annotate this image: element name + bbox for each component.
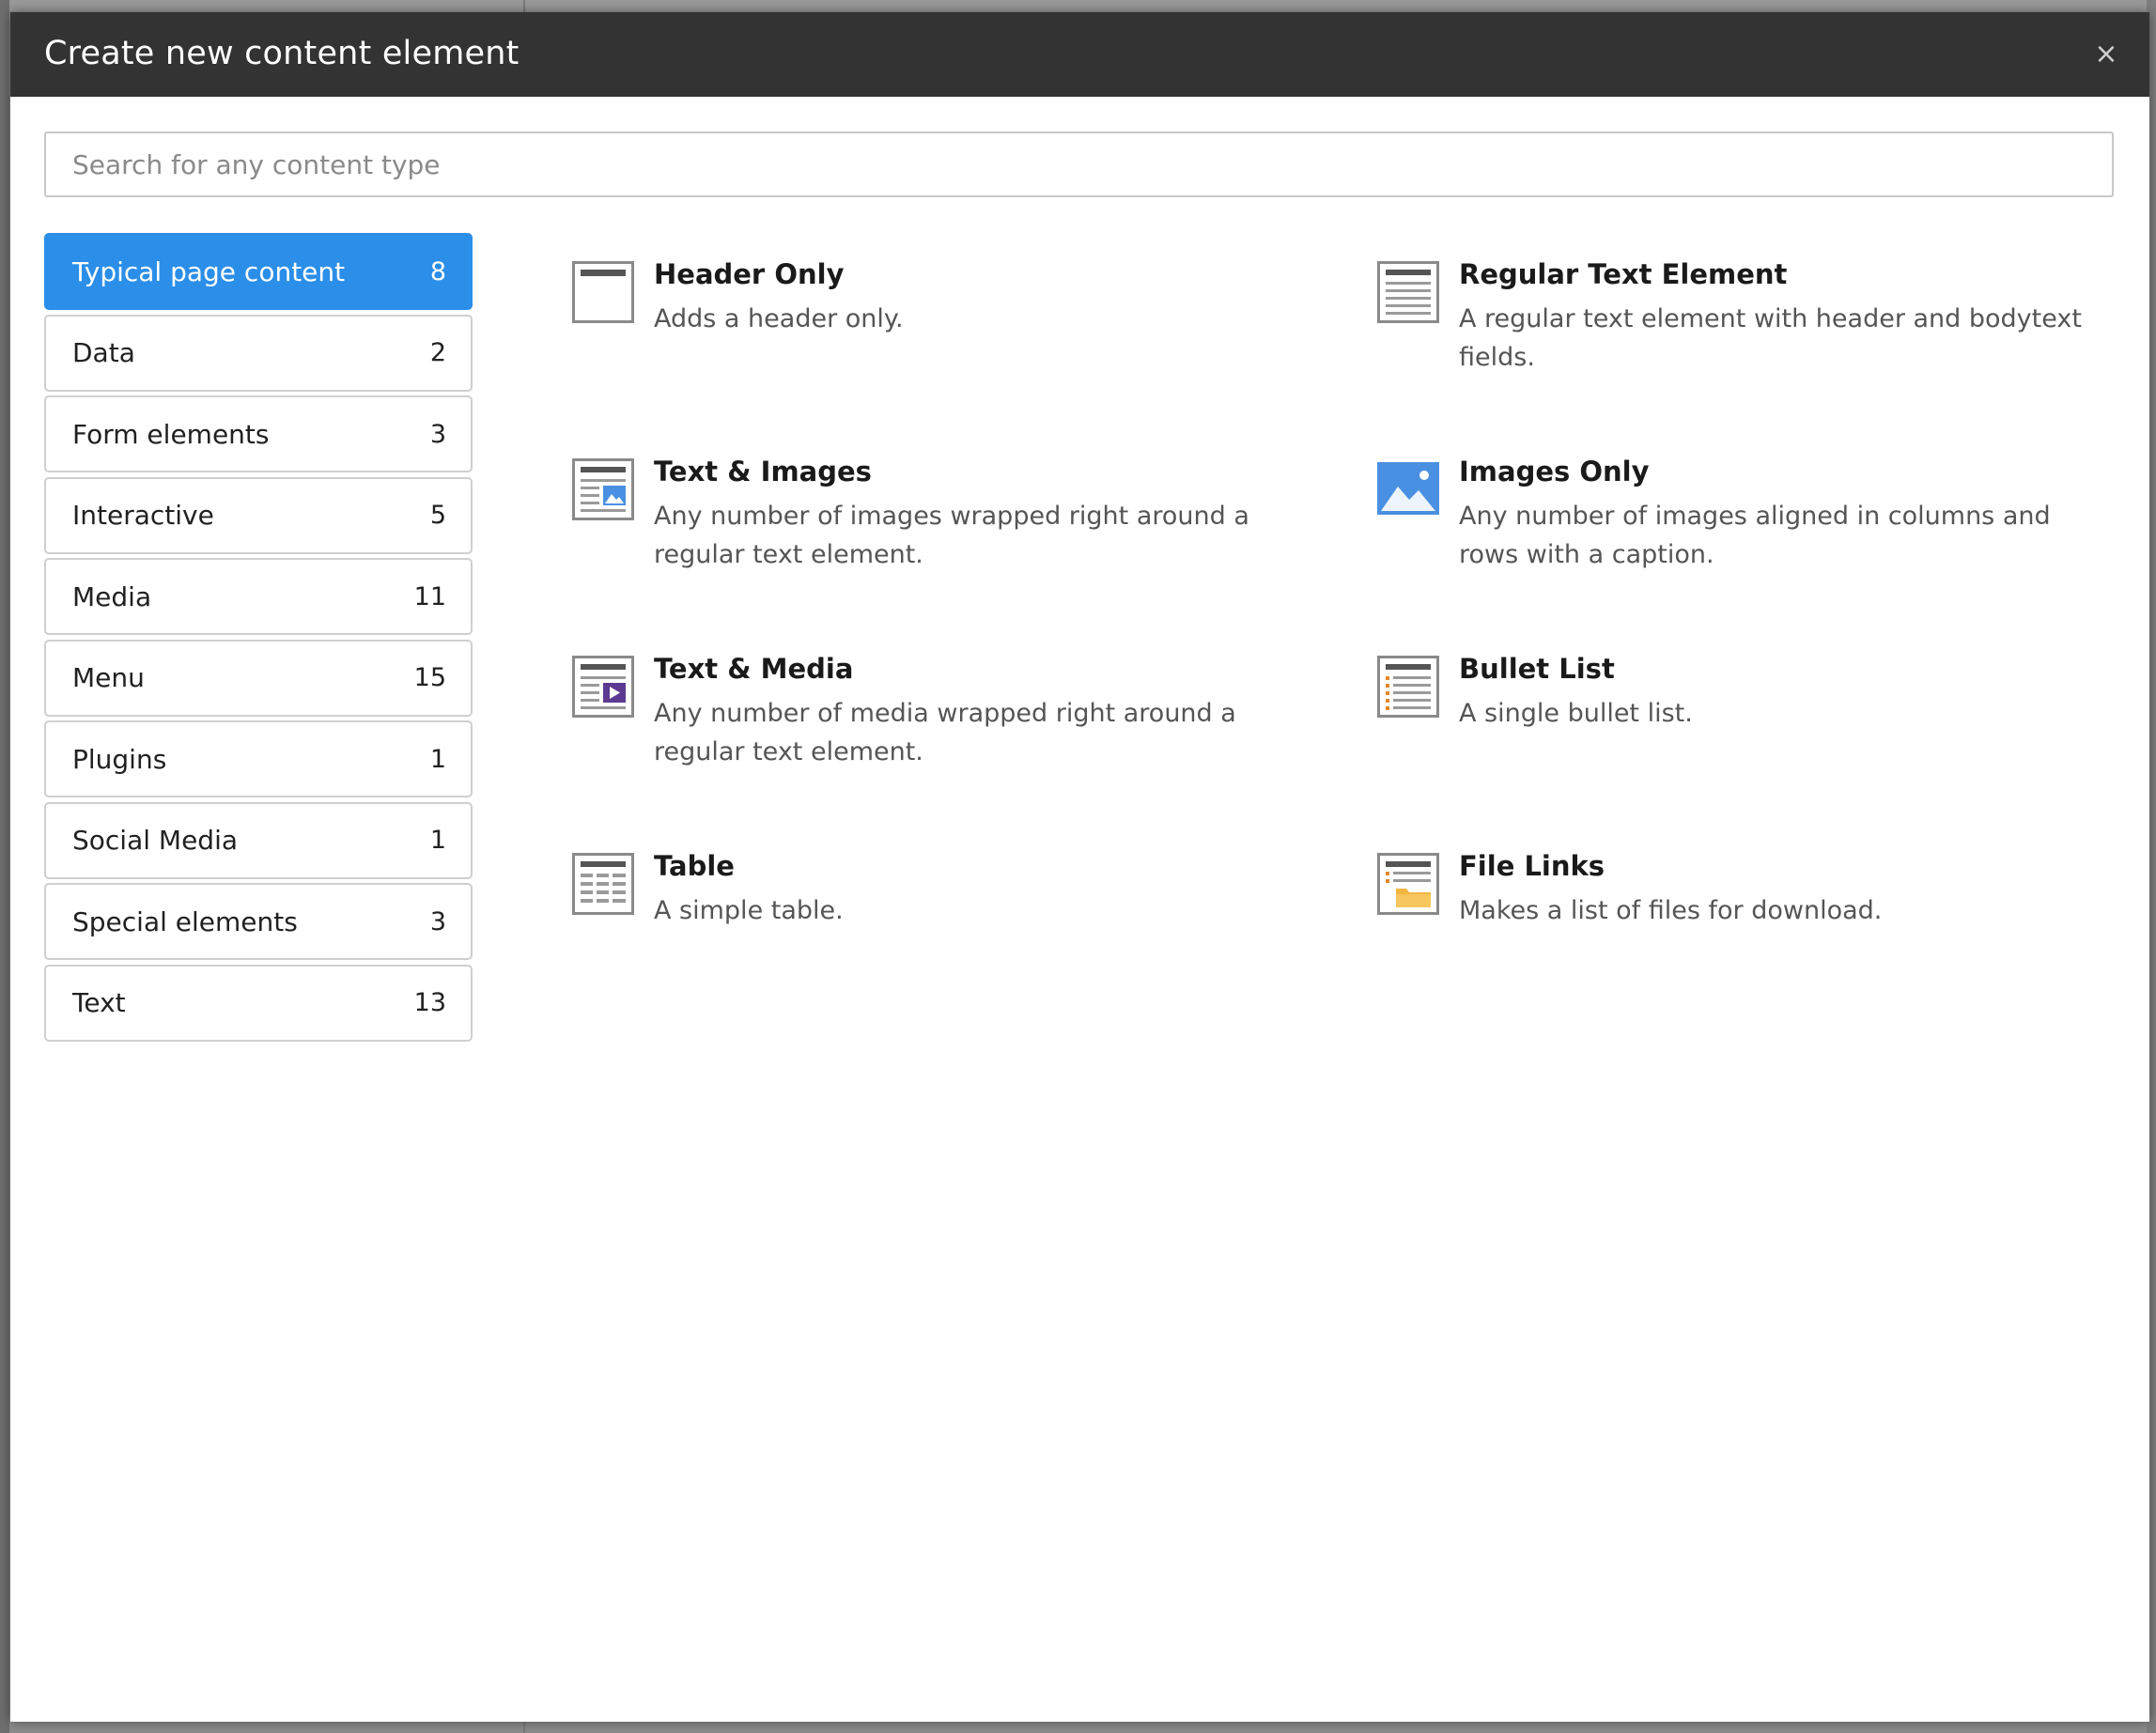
element-title: File Links (1459, 850, 1605, 882)
element-description: Any number of media wrapped right around… (654, 699, 1236, 766)
backdrop-topbar (0, 0, 2156, 11)
category-count: 1 (429, 826, 446, 855)
category-item-menu[interactable]: Menu 15 (44, 639, 473, 717)
category-count: 2 (429, 338, 446, 367)
element-title: Table (654, 850, 735, 882)
category-label: Plugins (72, 743, 167, 775)
close-button[interactable]: × (2086, 33, 2127, 74)
category-item-plugins[interactable]: Plugins 1 (44, 720, 473, 797)
category-count: 8 (429, 256, 446, 286)
table-icon (572, 853, 634, 915)
category-label: Media (72, 580, 152, 612)
element-description: Any number of images aligned in columns … (1459, 502, 2051, 569)
category-label: Data (72, 337, 135, 368)
category-item-typical-page-content[interactable]: Typical page content 8 (44, 233, 473, 310)
images-only-icon (1377, 462, 1439, 515)
category-item-interactive[interactable]: Interactive 5 (44, 476, 473, 554)
category-item-text[interactable]: Text 13 (44, 964, 473, 1042)
category-label: Text (72, 987, 126, 1018)
element-description: A simple table. (654, 896, 844, 925)
header-only-icon (572, 261, 634, 323)
element-title: Bullet List (1459, 653, 1615, 685)
category-count: 5 (429, 501, 446, 530)
file-links-icon (1377, 853, 1439, 915)
category-item-data[interactable]: Data 2 (44, 314, 473, 392)
category-item-form-elements[interactable]: Form elements 3 (44, 395, 473, 472)
text-images-icon (572, 458, 634, 520)
close-icon: × (2094, 37, 2118, 70)
element-title: Text & Images (654, 456, 872, 487)
category-label: Menu (72, 662, 145, 693)
category-count: 11 (413, 581, 446, 611)
bullet-list-icon (1377, 656, 1439, 718)
element-description: A regular text element with header and b… (1459, 304, 2082, 372)
category-count: 1 (429, 744, 446, 774)
dialog-title: Create new content element (44, 35, 520, 72)
category-item-special-elements[interactable]: Special elements 3 (44, 883, 473, 960)
dialog-header: Create new content element × (10, 12, 2149, 97)
category-item-social-media[interactable]: Social Media 1 (44, 801, 473, 879)
category-count: 13 (413, 988, 446, 1017)
category-label: Social Media (72, 825, 239, 856)
category-label: Interactive (72, 500, 214, 531)
category-label: Typical page content (72, 255, 346, 287)
category-list: Typical page content 8 Data 2 Form eleme… (44, 233, 473, 1045)
create-content-element-dialog: Create new content element × Typical pag… (10, 12, 2149, 1722)
category-count: 15 (413, 663, 446, 692)
category-label: Form elements (72, 418, 270, 450)
dialog-body: Typical page content 8 Data 2 Form eleme… (10, 97, 2149, 1722)
element-title: Text & Media (654, 653, 854, 685)
element-title: Images Only (1459, 456, 1650, 487)
element-title: Header Only (654, 258, 845, 290)
category-label: Special elements (72, 905, 298, 937)
element-description: Adds a header only. (654, 304, 904, 333)
text-media-icon (572, 656, 634, 718)
element-title: Regular Text Element (1459, 258, 1788, 290)
category-count: 3 (429, 419, 446, 449)
regular-text-icon (1377, 261, 1439, 323)
backdrop-leftbar (0, 0, 9, 1733)
content-type-search-input[interactable] (44, 132, 2114, 197)
element-description: A single bullet list. (1459, 699, 1693, 728)
element-description: Any number of images wrapped right aroun… (654, 502, 1249, 569)
category-count: 3 (429, 906, 446, 936)
element-description: Makes a list of files for download. (1459, 896, 1883, 925)
category-item-media[interactable]: Media 11 (44, 558, 473, 635)
